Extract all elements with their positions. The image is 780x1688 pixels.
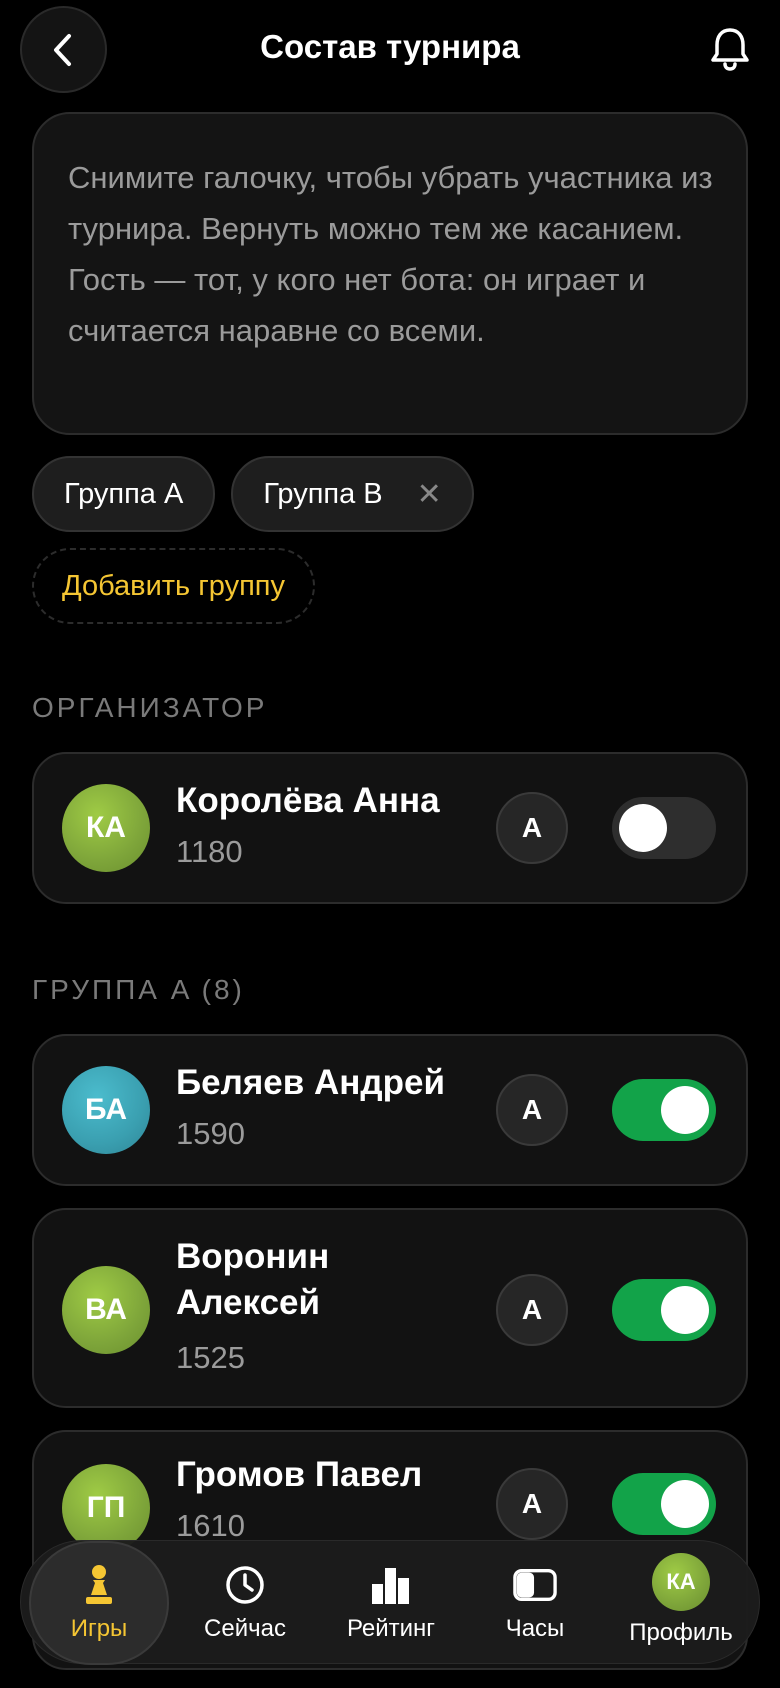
remove-group-icon[interactable]: ✕ <box>417 477 442 512</box>
player-card: ВА Воронин Алексей 1525 A <box>32 1208 748 1408</box>
tab-label: Игры <box>70 1615 128 1642</box>
tab-clock[interactable]: Часы <box>465 1541 605 1665</box>
group-chips: Группа A Группа B ✕ <box>32 456 474 532</box>
avatar: КА <box>62 784 150 872</box>
participation-toggle[interactable] <box>612 1079 716 1141</box>
section-label-organizer: ОРГАНИЗАТОР <box>32 692 268 723</box>
avatar: БА <box>62 1066 150 1154</box>
player-rating: 1180 <box>176 834 243 869</box>
player-name: Беляев Андрей <box>176 1063 445 1102</box>
toggle-knob <box>619 804 667 852</box>
participation-toggle[interactable] <box>612 1473 716 1535</box>
group-badge[interactable]: A <box>496 1274 568 1346</box>
notifications-button[interactable] <box>706 24 754 72</box>
chip-label: Группа A <box>64 477 184 510</box>
player-name: Воронин Алексей <box>176 1237 330 1322</box>
section-label-group-a: ГРУППА A (8) <box>32 974 245 1005</box>
chip-group-a[interactable]: Группа A <box>32 456 216 532</box>
toggle-knob <box>661 1286 709 1334</box>
chip-group-b[interactable]: Группа B ✕ <box>231 456 474 532</box>
player-card: БА Беляев Андрей 1590 A <box>32 1034 748 1186</box>
tab-rating[interactable]: Рейтинг <box>321 1541 461 1665</box>
group-badge[interactable]: A <box>496 1074 568 1146</box>
info-card: Снимите галочку, чтобы убрать участника … <box>32 112 748 435</box>
player-rating: 1525 <box>176 1340 245 1375</box>
tab-now[interactable]: Сейчас <box>175 1541 315 1665</box>
avatar: ГП <box>62 1464 150 1552</box>
group-badge[interactable]: A <box>496 792 568 864</box>
player-name: Королёва Анна <box>176 781 440 820</box>
tab-label: Рейтинг <box>346 1615 436 1642</box>
tab-label: Часы <box>505 1615 565 1642</box>
toggle-knob <box>661 1086 709 1134</box>
tab-label: Сейчас <box>204 1615 286 1642</box>
toggle-knob <box>661 1480 709 1528</box>
info-text: Снимите галочку, чтобы убрать участника … <box>68 160 713 348</box>
tab-profile[interactable]: КА Профиль <box>611 1541 751 1665</box>
add-group-button[interactable]: Добавить группу <box>32 548 316 624</box>
bell-icon <box>711 28 749 71</box>
tab-games[interactable]: Игры <box>29 1541 169 1665</box>
header: Состав турнира <box>0 0 780 104</box>
bottom-tab-bar: Игры Сейчас Рейтинг Часы КА Профиль <box>20 1540 760 1665</box>
chip-label: Группа B <box>263 477 383 510</box>
avatar: ВА <box>62 1266 150 1354</box>
participation-toggle[interactable] <box>612 1279 716 1341</box>
pawn-icon <box>77 1563 121 1607</box>
player-card: КА Королёва Анна 1180 A <box>32 752 748 904</box>
avatar: КА <box>652 1553 710 1611</box>
participation-toggle[interactable] <box>612 797 716 859</box>
group-badge[interactable]: A <box>496 1468 568 1540</box>
chess-clock-icon <box>513 1563 557 1607</box>
bar-chart-icon <box>369 1563 413 1607</box>
tab-label: Профиль <box>629 1619 733 1646</box>
player-name: Громов Павел <box>176 1455 423 1494</box>
player-rating: 1590 <box>176 1116 245 1151</box>
player-rating: 1610 <box>176 1508 245 1543</box>
page-title: Состав турнира <box>260 28 520 65</box>
clock-icon <box>223 1563 267 1607</box>
